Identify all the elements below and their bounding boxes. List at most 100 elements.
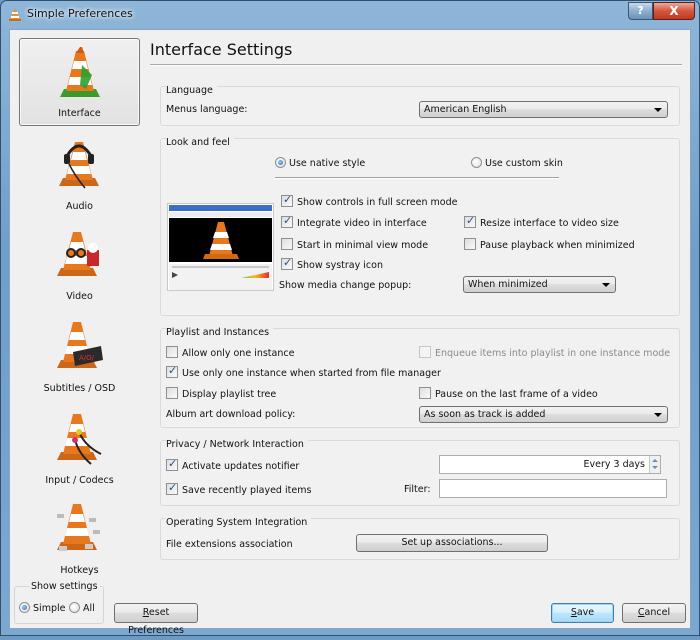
sidebar-item-video[interactable]: Video: [19, 220, 140, 308]
custom-skin-indicator[interactable]: [471, 157, 482, 168]
page-title: Interface Settings: [150, 40, 293, 59]
checkbox: [419, 346, 431, 358]
setup-associations-button[interactable]: Set up associations...: [356, 534, 548, 552]
one-instance-file-manager-checkbox[interactable]: Use only one instance when started from …: [166, 364, 441, 379]
album-art-label: Album art download policy:: [166, 409, 296, 420]
pause-last-frame-checkbox[interactable]: Pause on the last frame of a video: [419, 387, 598, 400]
sidebar-item-hotkeys[interactable]: Hotkeys: [19, 494, 140, 582]
radio-simple[interactable]: Simple: [19, 602, 65, 614]
checkbox[interactable]: [281, 256, 293, 270]
radio-all-label: All: [83, 603, 95, 614]
look-and-feel-title: Look and feel: [166, 137, 234, 148]
input-codecs-cone-icon: [57, 414, 102, 465]
radio-all[interactable]: All: [69, 602, 95, 614]
minimal-view-checkbox[interactable]: Start in minimal view mode: [281, 238, 428, 251]
checkbox[interactable]: [464, 238, 476, 250]
radio-simple-label: Simple: [33, 603, 66, 614]
title-divider: [150, 64, 682, 65]
preview-titlebar: [169, 205, 272, 211]
menus-language-label: Menus language:: [166, 104, 248, 115]
sidebar-item-audio[interactable]: Audio: [19, 130, 140, 218]
save-button[interactable]: Save: [551, 603, 614, 623]
audio-cone-icon: [59, 142, 99, 189]
cancel-button[interactable]: Cancel: [622, 603, 686, 623]
style-divider: [275, 177, 559, 178]
settings-panel: Interface Settings Language Menus langua…: [150, 30, 690, 590]
checkbox[interactable]: [166, 481, 178, 495]
updates-notifier-checkbox[interactable]: Activate updates notifier: [166, 457, 299, 472]
preview-video-area: [169, 218, 272, 262]
reset-preferences-button[interactable]: Reset Preferences: [114, 603, 198, 636]
album-art-select[interactable]: As soon as track is added: [419, 406, 668, 423]
checkbox[interactable]: [166, 387, 178, 399]
media-popup-select[interactable]: When minimized: [463, 276, 616, 293]
privacy-group-title: Privacy / Network Interaction: [166, 439, 308, 450]
native-style-radio[interactable]: Use native style: [275, 157, 365, 169]
playlist-group-title: Playlist and Instances: [166, 327, 274, 338]
sidebar-item-label: Video: [66, 291, 93, 302]
checkbox[interactable]: [281, 238, 293, 250]
checkbox[interactable]: [464, 214, 476, 228]
radio-all-indicator[interactable]: [69, 602, 80, 613]
os-integration-title: Operating System Integration: [166, 517, 312, 528]
vlc-cone-icon: [9, 8, 21, 21]
checkbox[interactable]: [419, 387, 431, 399]
subtitles-cone-icon: A/O/: [57, 322, 103, 368]
spin-buttons[interactable]: [649, 456, 660, 473]
category-sidebar: Interface Audio Video A/O/ Subtitles / O…: [10, 30, 150, 624]
chevron-down-icon: [602, 283, 610, 287]
menus-language-select[interactable]: American English: [419, 101, 668, 118]
sidebar-item-label: Audio: [65, 201, 93, 212]
custom-skin-radio[interactable]: Use custom skin: [471, 157, 563, 169]
pause-minimized-checkbox[interactable]: Pause playback when minimized: [464, 238, 635, 251]
os-integration-group: Operating System Integration File extens…: [160, 517, 680, 560]
sidebar-item-interface[interactable]: Interface: [19, 38, 140, 126]
checkbox[interactable]: [166, 457, 178, 471]
video-cone-icon: [57, 232, 99, 276]
interface-preview-image: [167, 203, 274, 291]
chevron-down-icon: [654, 413, 662, 417]
look-and-feel-group: Look and feel Use native style Use custo…: [160, 137, 680, 316]
radio-simple-indicator[interactable]: [19, 602, 30, 613]
file-extensions-label: File extensions association: [166, 539, 293, 550]
checkbox[interactable]: [281, 214, 293, 228]
sidebar-item-subtitles-osd[interactable]: A/O/ Subtitles / OSD: [19, 312, 140, 400]
show-settings-group: Show settings Simple All: [14, 581, 104, 624]
one-instance-checkbox[interactable]: Allow only one instance: [166, 346, 294, 359]
recent-items-checkbox[interactable]: Save recently played items: [166, 481, 311, 496]
sidebar-item-label: Interface: [58, 108, 101, 119]
svg-text:A/O/: A/O/: [79, 354, 95, 362]
preferences-window: Simple Preferences ? X Interface Audio V…: [0, 0, 700, 636]
systray-icon-checkbox[interactable]: Show systray icon: [281, 256, 383, 271]
enqueue-checkbox: Enqueue items into playlist in one insta…: [419, 346, 670, 359]
dialog-body: Interface Audio Video A/O/ Subtitles / O…: [9, 29, 691, 636]
chevron-down-icon: [654, 108, 662, 112]
sidebar-item-label: Subtitles / OSD: [43, 383, 116, 394]
filter-input[interactable]: [439, 479, 667, 498]
native-style-indicator[interactable]: [275, 157, 286, 168]
window-title: Simple Preferences: [27, 7, 133, 20]
checkbox[interactable]: [166, 364, 178, 378]
help-button[interactable]: ?: [628, 2, 653, 20]
media-popup-label: Show media change popup:: [279, 280, 412, 291]
checkbox[interactable]: [166, 346, 178, 358]
spin-up-icon[interactable]: [652, 459, 658, 462]
preview-cone-icon: [203, 222, 239, 259]
sidebar-item-label: Hotkeys: [60, 565, 99, 576]
language-group-title: Language: [166, 85, 217, 96]
playlist-tree-checkbox[interactable]: Display playlist tree: [166, 387, 276, 400]
checkbox[interactable]: [281, 193, 293, 207]
show-settings-title: Show settings: [29, 581, 100, 592]
language-group: Language Menus language: American Englis…: [160, 85, 680, 126]
privacy-group: Privacy / Network Interaction Activate u…: [160, 439, 680, 506]
updates-interval-spinbox[interactable]: Every 3 days: [439, 455, 661, 474]
show-controls-fullscreen-checkbox[interactable]: Show controls in full screen mode: [281, 193, 457, 208]
playlist-group: Playlist and Instances Allow only one in…: [160, 327, 680, 428]
close-button[interactable]: X: [653, 2, 695, 20]
integrate-video-checkbox[interactable]: Integrate video in interface: [281, 214, 427, 229]
sidebar-item-input-codecs[interactable]: Input / Codecs: [19, 404, 140, 492]
sidebar-item-label: Input / Codecs: [45, 475, 114, 486]
title-bar: Simple Preferences ? X: [1, 1, 699, 29]
resize-interface-checkbox[interactable]: Resize interface to video size: [464, 214, 619, 229]
spin-down-icon[interactable]: [652, 466, 658, 469]
